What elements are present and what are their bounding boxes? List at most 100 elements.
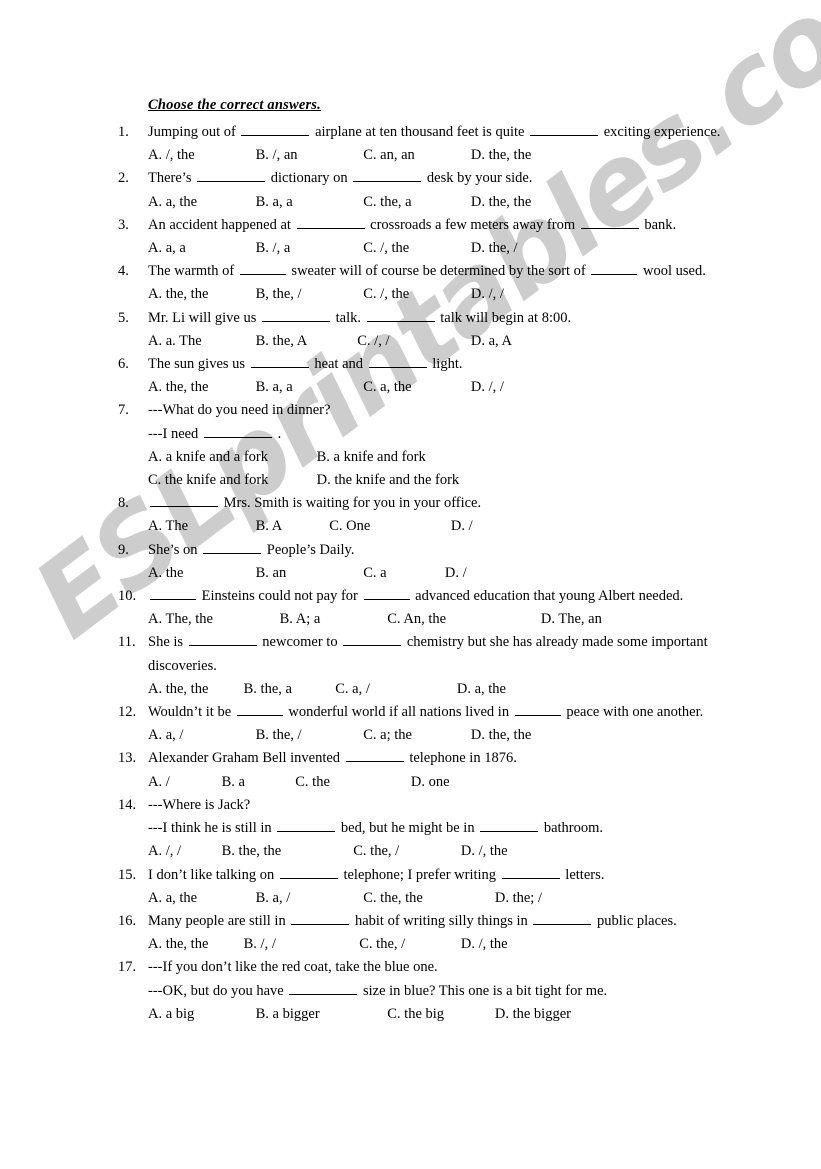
option-b[interactable]: B. a, / — [256, 887, 360, 910]
answer-blank[interactable] — [150, 493, 218, 508]
option-b[interactable]: B. A; a — [280, 608, 384, 631]
option-b[interactable]: B. the, the — [222, 840, 350, 863]
stem-part: heat and — [314, 356, 364, 373]
answer-blank[interactable] — [296, 214, 365, 229]
option-b[interactable]: B. a, a — [256, 191, 360, 214]
stem-part: habit of writing silly things in — [354, 912, 528, 929]
answer-blank[interactable] — [277, 818, 336, 833]
option-d[interactable]: D. /, the — [461, 840, 508, 863]
option-d[interactable]: D. a, A — [471, 330, 512, 353]
option-a[interactable]: A. /, the — [148, 144, 252, 167]
option-c[interactable]: C. /, the — [363, 237, 467, 260]
option-a[interactable]: A. the, the — [148, 283, 252, 306]
option-b[interactable]: B. /, / — [244, 933, 356, 956]
option-c[interactable]: C. /, the — [363, 283, 467, 306]
answer-blank[interactable] — [343, 632, 402, 647]
option-b[interactable]: B. an — [256, 562, 360, 585]
answer-blank[interactable] — [580, 214, 639, 229]
option-c[interactable]: C. a, / — [335, 678, 453, 701]
answer-blank[interactable] — [197, 168, 266, 183]
option-d[interactable]: D. one — [411, 771, 450, 794]
option-c[interactable]: C. the, a — [363, 191, 467, 214]
option-d[interactable]: D. the, the — [471, 724, 531, 747]
option-a[interactable]: A. The, the — [148, 608, 276, 631]
option-d[interactable]: D. the, the — [471, 144, 531, 167]
option-c[interactable]: C. an, an — [363, 144, 467, 167]
answer-blank[interactable] — [203, 539, 262, 554]
option-b[interactable]: B. /, a — [256, 237, 360, 260]
option-d[interactable]: D. /, / — [471, 283, 504, 306]
option-b[interactable]: B. a, a — [256, 376, 360, 399]
option-b[interactable]: B. a bigger — [256, 1003, 384, 1026]
option-b[interactable]: B. a — [222, 771, 292, 794]
answer-blank[interactable] — [514, 702, 561, 717]
answer-blank[interactable] — [501, 864, 560, 879]
option-c[interactable]: C. a, the — [363, 376, 467, 399]
option-c[interactable]: C. the knife and fork — [148, 469, 313, 492]
option-c[interactable]: C. the big — [387, 1003, 491, 1026]
answer-blank[interactable] — [353, 168, 422, 183]
option-d[interactable]: D. the, / — [471, 237, 518, 260]
option-b[interactable]: B. a knife and fork — [317, 446, 426, 469]
option-d[interactable]: D. the; / — [495, 887, 542, 910]
option-a[interactable]: A. The — [148, 515, 252, 538]
answer-blank[interactable] — [241, 122, 310, 136]
answer-blank[interactable] — [480, 818, 539, 833]
answer-blank[interactable] — [345, 748, 404, 763]
answer-blank[interactable] — [533, 911, 592, 925]
option-c[interactable]: C. the — [295, 771, 407, 794]
option-a[interactable]: A. a. The — [148, 330, 252, 353]
option-a[interactable]: A. / — [148, 771, 218, 794]
option-c[interactable]: C. /, / — [357, 330, 467, 353]
answer-blank[interactable] — [591, 261, 638, 276]
option-d[interactable]: D. The, an — [541, 608, 602, 631]
answer-blank[interactable] — [366, 307, 435, 322]
option-a[interactable]: A. a big — [148, 1003, 252, 1026]
answer-blank[interactable] — [530, 122, 599, 136]
option-b[interactable]: B. the, / — [256, 724, 360, 747]
option-c[interactable]: C. the, the — [363, 887, 491, 910]
answer-blank[interactable] — [289, 980, 358, 995]
answer-blank[interactable] — [236, 702, 283, 717]
option-d[interactable]: D. a, the — [457, 678, 506, 701]
answer-blank[interactable] — [363, 586, 410, 601]
option-a[interactable]: A. the, the — [148, 933, 240, 956]
option-c[interactable]: C. One — [329, 515, 447, 538]
option-b[interactable]: B. the, A — [256, 330, 354, 353]
answer-blank[interactable] — [261, 307, 330, 322]
answer-blank[interactable] — [250, 354, 309, 369]
option-c[interactable]: C. a; the — [363, 724, 467, 747]
option-b[interactable]: B. /, an — [256, 144, 360, 167]
option-a[interactable]: A. a, the — [148, 887, 252, 910]
option-a[interactable]: A. the — [148, 562, 252, 585]
option-a[interactable]: A. a, / — [148, 724, 252, 747]
option-a[interactable]: A. a knife and a fork — [148, 446, 313, 469]
option-d[interactable]: D. /, the — [461, 933, 508, 956]
option-c[interactable]: C. a — [363, 562, 441, 585]
option-d[interactable]: D. the bigger — [495, 1003, 571, 1026]
option-b[interactable]: B. the, a — [244, 678, 332, 701]
option-a[interactable]: A. the, the — [148, 678, 240, 701]
option-c[interactable]: C. the, / — [359, 933, 457, 956]
option-d[interactable]: D. /, / — [471, 376, 504, 399]
option-d[interactable]: D. / — [451, 515, 473, 538]
option-d[interactable]: D. / — [445, 562, 467, 585]
answer-blank[interactable] — [279, 864, 338, 879]
option-a[interactable]: A. a, a — [148, 237, 252, 260]
option-c[interactable]: C. the, / — [353, 840, 457, 863]
option-a[interactable]: A. the, the — [148, 376, 252, 399]
option-d[interactable]: D. the, the — [471, 191, 531, 214]
option-b[interactable]: B. A — [256, 515, 326, 538]
question-number: 9. — [118, 541, 129, 558]
answer-blank[interactable] — [188, 632, 257, 647]
option-a[interactable]: A. /, / — [148, 840, 218, 863]
answer-blank[interactable] — [291, 911, 350, 925]
answer-blank[interactable] — [150, 586, 196, 601]
answer-blank[interactable] — [239, 261, 286, 276]
option-a[interactable]: A. a, the — [148, 191, 252, 214]
option-b[interactable]: B, the, / — [256, 283, 360, 306]
option-d[interactable]: D. the knife and the fork — [317, 469, 460, 492]
answer-blank[interactable] — [368, 354, 427, 369]
option-c[interactable]: C. An, the — [387, 608, 537, 631]
answer-blank[interactable] — [203, 423, 272, 438]
